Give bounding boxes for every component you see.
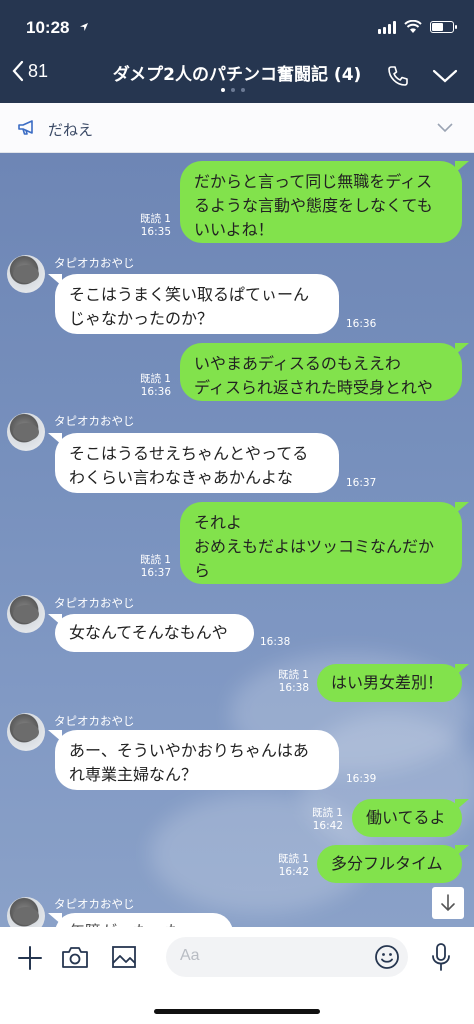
avatar[interactable] <box>7 595 45 633</box>
sender-name: タピオカおやじ <box>54 897 135 911</box>
announcement-text: だねえ <box>48 121 94 139</box>
status-time: 10:28 <box>26 18 70 37</box>
incoming-message[interactable]: そこはうまく笑い取るぱてぃーん じゃなかったのか？ <box>48 274 339 334</box>
back-button[interactable]: 81 <box>12 60 48 82</box>
outgoing-message[interactable]: それよ おめえもだよはツッコミなんだか ら <box>180 502 469 584</box>
sender-name: タピオカおやじ <box>54 414 135 428</box>
microphone-icon[interactable] <box>429 942 453 972</box>
incoming-message[interactable]: 年障がーたーたー <box>48 913 233 927</box>
wifi-icon <box>404 20 422 33</box>
avatar[interactable] <box>7 413 45 451</box>
smiley-icon[interactable] <box>374 944 400 970</box>
sender-name: タピオカおやじ <box>54 714 135 728</box>
read-receipt: 既読 1 <box>139 373 171 385</box>
chevron-down-icon[interactable] <box>437 123 453 133</box>
chat-header: 10:28 81 ダメプ2人のパチンコ奮闘記 (4) <box>0 0 474 103</box>
message-meta: 既読 1 16:38 <box>278 669 309 695</box>
outgoing-message[interactable]: いやまあディスるのもええわ ディスられ返された時受身とれや <box>180 343 469 401</box>
unread-count: 81 <box>28 60 49 81</box>
chat-title[interactable]: ダメプ2人のパチンコ奮闘記 (4) <box>112 60 362 85</box>
message-input[interactable]: Aa <box>166 937 408 977</box>
incoming-message[interactable]: そこはうるせえちゃんとやってる わくらい言わなきゃあかんよな <box>48 433 339 493</box>
message-time: 16:35 <box>140 226 171 238</box>
message-list[interactable]: 既読 1 16:35 だからと言って同じ無職をディス るような言動や態度をしなく… <box>0 153 474 927</box>
megaphone-icon <box>18 120 33 135</box>
read-receipt: 既読 1 <box>139 213 171 225</box>
image-icon[interactable] <box>111 945 137 969</box>
menu-toggle-button[interactable] <box>432 68 458 88</box>
incoming-message[interactable]: 女なんてそんなもんや <box>48 614 254 652</box>
message-time: 16:39 <box>346 773 377 785</box>
read-receipt: 既読 1 <box>277 669 309 681</box>
avatar[interactable] <box>7 897 45 927</box>
message-time: 16:36 <box>346 318 377 330</box>
read-receipt: 既読 1 <box>139 554 171 566</box>
page-indicator <box>221 88 245 92</box>
chevron-left-icon <box>12 60 24 82</box>
read-receipt: 既読 1 <box>311 807 343 819</box>
message-time: 16:42 <box>278 866 309 878</box>
message-meta: 既読 1 16:37 <box>140 554 171 580</box>
cellular-signal-icon <box>378 20 396 34</box>
message-meta: 既読 1 16:36 <box>140 373 171 399</box>
phone-icon <box>388 66 408 86</box>
read-receipt: 既読 1 <box>277 853 309 865</box>
outgoing-message[interactable]: 働いてるよ <box>352 799 469 837</box>
message-time: 16:37 <box>346 477 377 489</box>
outgoing-message[interactable]: はい男女差別！ <box>317 664 469 702</box>
message-time: 16:38 <box>260 636 291 648</box>
sender-name: タピオカおやじ <box>54 596 135 610</box>
message-input-placeholder: Aa <box>180 947 200 964</box>
sender-name: タピオカおやじ <box>54 256 135 270</box>
call-button[interactable] <box>386 64 410 92</box>
outgoing-message[interactable]: 多分フルタイム <box>317 845 469 883</box>
arrow-down-icon <box>441 894 455 912</box>
incoming-message[interactable]: あー、そういやかおりちゃんはあ れ専業主婦なん？ <box>48 730 339 790</box>
message-meta: 既読 1 16:42 <box>312 807 343 833</box>
message-time: 16:42 <box>312 820 343 832</box>
avatar[interactable] <box>7 713 45 751</box>
home-indicator[interactable] <box>154 1009 320 1014</box>
message-time: 16:38 <box>278 682 309 694</box>
message-time: 16:36 <box>140 386 171 398</box>
message-meta: 既読 1 16:42 <box>278 853 309 879</box>
plus-icon[interactable] <box>17 945 43 971</box>
message-meta: 既読 1 16:35 <box>140 213 171 239</box>
avatar[interactable] <box>7 255 45 293</box>
camera-icon[interactable] <box>61 945 89 969</box>
announcement-bar[interactable]: だねえ <box>0 103 474 153</box>
outgoing-message[interactable]: だからと言って同じ無職をディス るような言動や態度をしなくても いいよね！ <box>180 161 469 243</box>
chevron-down-icon <box>432 69 458 83</box>
message-time: 16:37 <box>140 567 171 579</box>
location-arrow-icon <box>80 23 88 31</box>
scroll-to-bottom-button[interactable] <box>432 887 464 919</box>
status-indicators <box>378 20 457 34</box>
battery-icon <box>430 21 457 33</box>
